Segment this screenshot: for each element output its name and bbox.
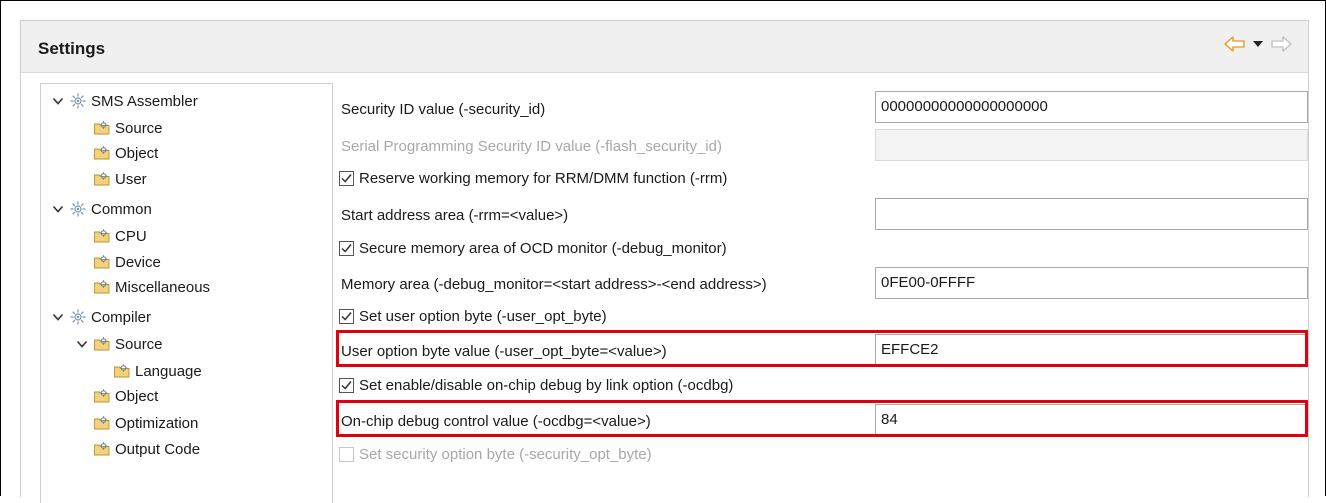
tree-item[interactable]: Optimization bbox=[93, 410, 198, 436]
forward-arrow-icon[interactable] bbox=[1270, 35, 1292, 53]
ocdbg-checkbox-label: Set enable/disable on-chip debug by link… bbox=[359, 377, 734, 394]
back-arrow-icon[interactable] bbox=[1224, 35, 1246, 53]
ocdbg-checkbox-row[interactable]: Set enable/disable on-chip debug by link… bbox=[339, 377, 733, 394]
user-opt-byte-checkbox[interactable] bbox=[339, 309, 354, 324]
tree-item[interactable]: Source bbox=[75, 331, 163, 357]
settings-panel: Settings SMS Assembler Source Object User Co… bbox=[20, 20, 1309, 503]
highlight-box-user-opt-byte bbox=[336, 330, 1308, 367]
folder-gear-icon bbox=[93, 144, 115, 162]
tree-item[interactable]: Compiler bbox=[51, 304, 151, 330]
panel-title: Settings bbox=[38, 39, 106, 58]
rrm-checkbox[interactable] bbox=[339, 171, 354, 186]
folder-gear-icon bbox=[93, 119, 115, 137]
security-opt-byte-checkbox-label: Set security option byte (-security_opt_… bbox=[359, 446, 652, 463]
gear-icon bbox=[69, 92, 91, 110]
folder-gear-icon bbox=[93, 253, 115, 271]
folder-gear-icon bbox=[113, 362, 135, 380]
tree-item[interactable]: Source bbox=[93, 115, 163, 141]
memory-area-field[interactable]: 0FE00-0FFFF bbox=[875, 267, 1308, 299]
chevron-down-icon[interactable] bbox=[51, 94, 69, 108]
rrm-checkbox-label: Reserve working memory for RRM/DMM funct… bbox=[359, 170, 728, 187]
folder-gear-icon bbox=[93, 387, 115, 405]
tree-item-label: Object bbox=[115, 387, 159, 405]
tree-item[interactable]: Object bbox=[93, 383, 158, 409]
tree-item[interactable]: SMS Assembler bbox=[51, 88, 198, 114]
tree-item[interactable]: Output Code bbox=[93, 436, 200, 462]
tree-item-label: Compiler bbox=[91, 308, 152, 326]
security-opt-byte-checkbox-row: Set security option byte (-security_opt_… bbox=[339, 446, 652, 463]
memory-area-label: Memory area (-debug_monitor=<start addre… bbox=[341, 276, 767, 293]
ocdbg-checkbox[interactable] bbox=[339, 378, 354, 393]
flash-security-id-label: Serial Programming Security ID value (-f… bbox=[341, 138, 722, 155]
folder-gear-icon bbox=[93, 278, 115, 296]
tree-item[interactable]: Object bbox=[93, 140, 158, 166]
chevron-down-icon[interactable] bbox=[51, 202, 69, 216]
folder-gear-icon bbox=[93, 170, 115, 188]
security-id-label: Security ID value (-security_id) bbox=[341, 101, 546, 118]
tree-item[interactable]: User bbox=[93, 166, 147, 192]
user-opt-byte-checkbox-row[interactable]: Set user option byte (-user_opt_byte) bbox=[339, 308, 607, 325]
tree-item-label: Source bbox=[115, 335, 163, 353]
chevron-down-icon[interactable] bbox=[51, 310, 69, 324]
panel-header: Settings bbox=[21, 21, 1308, 73]
settings-form: Security ID value (-security_id) 0000000… bbox=[333, 83, 1308, 503]
dropdown-icon[interactable] bbox=[1252, 39, 1264, 49]
tree-item-label: CPU bbox=[115, 227, 147, 245]
tree-item-label: SMS Assembler bbox=[91, 92, 198, 110]
nav-controls bbox=[1224, 35, 1292, 53]
tree-item[interactable]: Device bbox=[93, 249, 161, 275]
tree-item-label: Source bbox=[115, 119, 163, 137]
gear-icon bbox=[69, 308, 91, 326]
tree-item-label: Object bbox=[115, 144, 159, 162]
gear-icon bbox=[69, 200, 91, 218]
security-id-field[interactable]: 00000000000000000000 bbox=[875, 91, 1308, 123]
flash-security-id-field bbox=[875, 129, 1308, 161]
debug-monitor-checkbox[interactable] bbox=[339, 241, 354, 256]
chevron-down-icon[interactable] bbox=[75, 337, 93, 351]
tree-item-label: Optimization bbox=[115, 414, 199, 432]
tree-item[interactable]: Miscellaneous bbox=[93, 274, 210, 300]
rrm-start-field[interactable] bbox=[875, 198, 1308, 230]
debug-monitor-checkbox-row[interactable]: Secure memory area of OCD monitor (-debu… bbox=[339, 240, 727, 257]
settings-tree[interactable]: SMS Assembler Source Object User Common CPU De… bbox=[40, 83, 333, 503]
rrm-checkbox-row[interactable]: Reserve working memory for RRM/DMM funct… bbox=[339, 170, 727, 187]
tree-item-label: Language bbox=[135, 362, 202, 380]
tree-item-label: Device bbox=[115, 253, 161, 271]
folder-gear-icon bbox=[93, 335, 115, 353]
tree-item[interactable]: Common bbox=[51, 196, 152, 222]
user-opt-byte-checkbox-label: Set user option byte (-user_opt_byte) bbox=[359, 308, 607, 325]
tree-item-label: Common bbox=[91, 200, 152, 218]
tree-item[interactable]: Language bbox=[113, 358, 202, 384]
security-opt-byte-checkbox bbox=[339, 447, 354, 462]
tree-item-label: Output Code bbox=[115, 440, 201, 458]
tree-item[interactable]: CPU bbox=[93, 223, 147, 249]
folder-gear-icon bbox=[93, 440, 115, 458]
rrm-start-label: Start address area (-rrm=<value>) bbox=[341, 207, 569, 224]
highlight-box-ocdbg bbox=[336, 400, 1308, 437]
tree-item-label: Miscellaneous bbox=[115, 278, 211, 296]
tree-item-label: User bbox=[115, 170, 147, 188]
folder-gear-icon bbox=[93, 227, 115, 245]
folder-gear-icon bbox=[93, 414, 115, 432]
debug-monitor-checkbox-label: Secure memory area of OCD monitor (-debu… bbox=[359, 240, 727, 257]
